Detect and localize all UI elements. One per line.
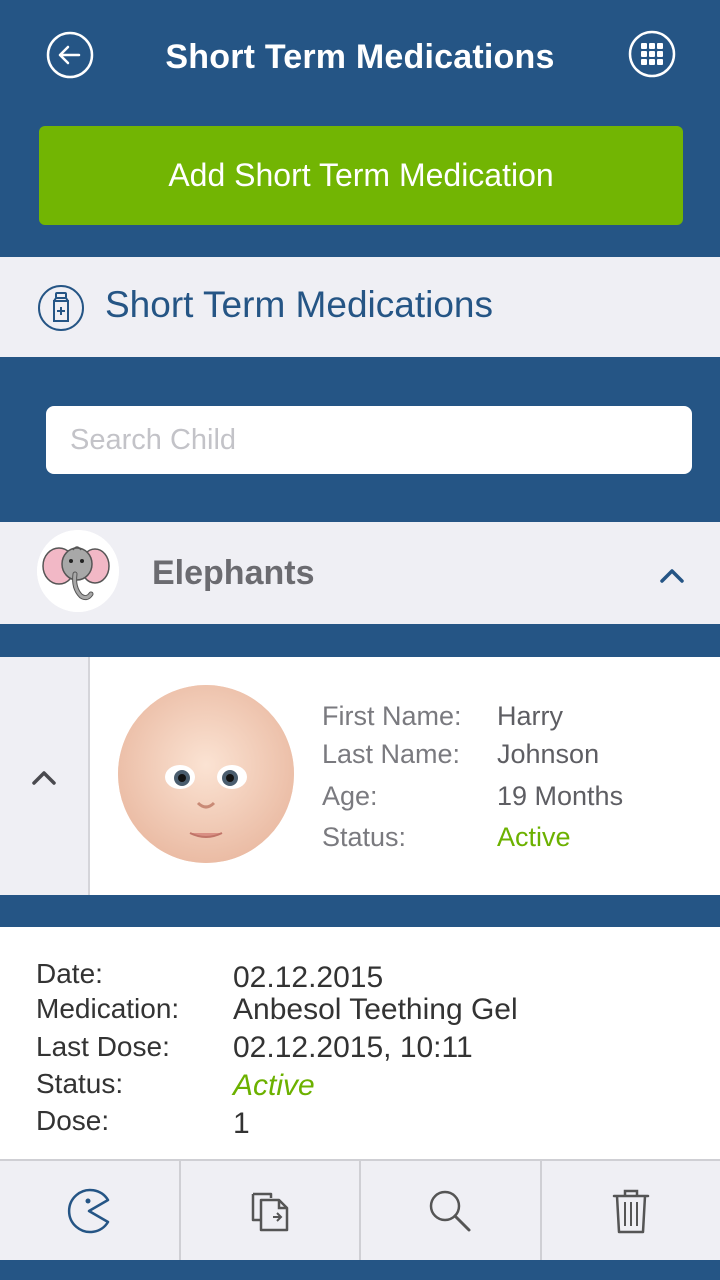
- first-name-label: First Name:: [322, 701, 462, 731]
- medication-status-label: Status:: [36, 1068, 124, 1099]
- action-toolbar: [0, 1159, 720, 1260]
- trash-icon: [612, 1189, 649, 1233]
- date-label: Date:: [36, 958, 103, 989]
- medication-status-value: Active: [233, 1069, 315, 1102]
- medication-value: Anbesol Teething Gel: [233, 993, 518, 1026]
- first-name-value: Harry: [497, 701, 563, 731]
- last-dose-value: 02.12.2015, 10:11: [233, 1031, 473, 1064]
- medicine-bottle-icon: [38, 285, 84, 331]
- copy-icon: [251, 1192, 288, 1231]
- back-icon[interactable]: [45, 30, 95, 80]
- page-title: Short Term Medications: [165, 38, 555, 76]
- last-name-value: Johnson: [497, 739, 600, 769]
- last-dose-label: Last Dose:: [36, 1031, 170, 1062]
- chevron-up-icon[interactable]: [24, 758, 64, 798]
- duplicate-button[interactable]: [181, 1161, 361, 1260]
- administer-button[interactable]: [0, 1161, 181, 1260]
- pacman-icon: [68, 1188, 110, 1233]
- child-photo: [118, 685, 294, 863]
- child-status-label: Status:: [322, 822, 407, 852]
- elephant-avatar: [37, 530, 119, 612]
- search-icon: [430, 1190, 471, 1231]
- add-medication-button[interactable]: Add Short Term Medication: [39, 126, 683, 225]
- delete-button[interactable]: [542, 1161, 720, 1260]
- group-name: Elephants: [152, 554, 315, 592]
- age-label: Age:: [322, 781, 378, 811]
- child-status-value: Active: [497, 822, 571, 852]
- child-card[interactable]: [0, 657, 720, 895]
- search-child-input[interactable]: [46, 406, 692, 474]
- dose-label: Dose:: [36, 1105, 110, 1136]
- dose-value: 1: [233, 1107, 250, 1140]
- search-button[interactable]: [361, 1161, 542, 1260]
- age-value: 19 Months: [497, 781, 624, 811]
- chevron-up-icon[interactable]: [652, 556, 692, 596]
- section-title: Short Term Medications: [105, 284, 493, 325]
- date-value: 02.12.2015: [233, 961, 384, 994]
- medication-label: Medication:: [36, 993, 180, 1024]
- last-name-label: Last Name:: [322, 739, 461, 769]
- apps-grid-icon[interactable]: [627, 29, 677, 79]
